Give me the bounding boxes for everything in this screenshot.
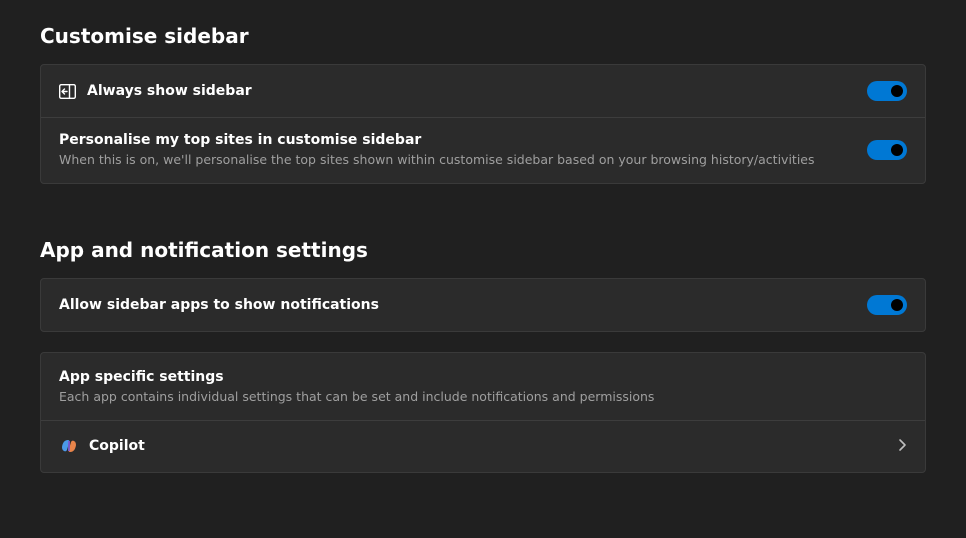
- app-specific-title: App specific settings: [59, 369, 907, 385]
- customise-sidebar-heading: Customise sidebar: [40, 24, 926, 48]
- app-notification-heading: App and notification settings: [40, 238, 926, 262]
- app-specific-card: App specific settings Each app contains …: [40, 352, 926, 473]
- always-show-sidebar-toggle[interactable]: [867, 81, 907, 101]
- app-specific-desc: Each app contains individual settings th…: [59, 389, 907, 406]
- personalise-top-sites-toggle[interactable]: [867, 140, 907, 160]
- app-specific-header: App specific settings Each app contains …: [41, 353, 925, 420]
- always-show-sidebar-row[interactable]: Always show sidebar: [41, 65, 925, 117]
- settings-page: Customise sidebar Always show sidebar Pe…: [0, 0, 966, 473]
- app-item-copilot[interactable]: Copilot: [41, 420, 925, 472]
- allow-notifications-label: Allow sidebar apps to show notifications: [59, 297, 851, 313]
- personalise-top-sites-row[interactable]: Personalise my top sites in customise si…: [41, 117, 925, 183]
- personalise-top-sites-desc: When this is on, we'll personalise the t…: [59, 152, 851, 169]
- sidebar-panel-icon: [59, 84, 87, 99]
- customise-sidebar-card: Always show sidebar Personalise my top s…: [40, 64, 926, 184]
- always-show-sidebar-label: Always show sidebar: [87, 83, 851, 99]
- allow-notifications-row[interactable]: Allow sidebar apps to show notifications: [41, 279, 925, 331]
- personalise-top-sites-label: Personalise my top sites in customise si…: [59, 132, 851, 148]
- copilot-icon: [59, 436, 79, 456]
- allow-notifications-toggle[interactable]: [867, 295, 907, 315]
- app-item-copilot-label: Copilot: [89, 438, 886, 454]
- allow-notifications-card: Allow sidebar apps to show notifications: [40, 278, 926, 332]
- chevron-right-icon: [898, 437, 907, 456]
